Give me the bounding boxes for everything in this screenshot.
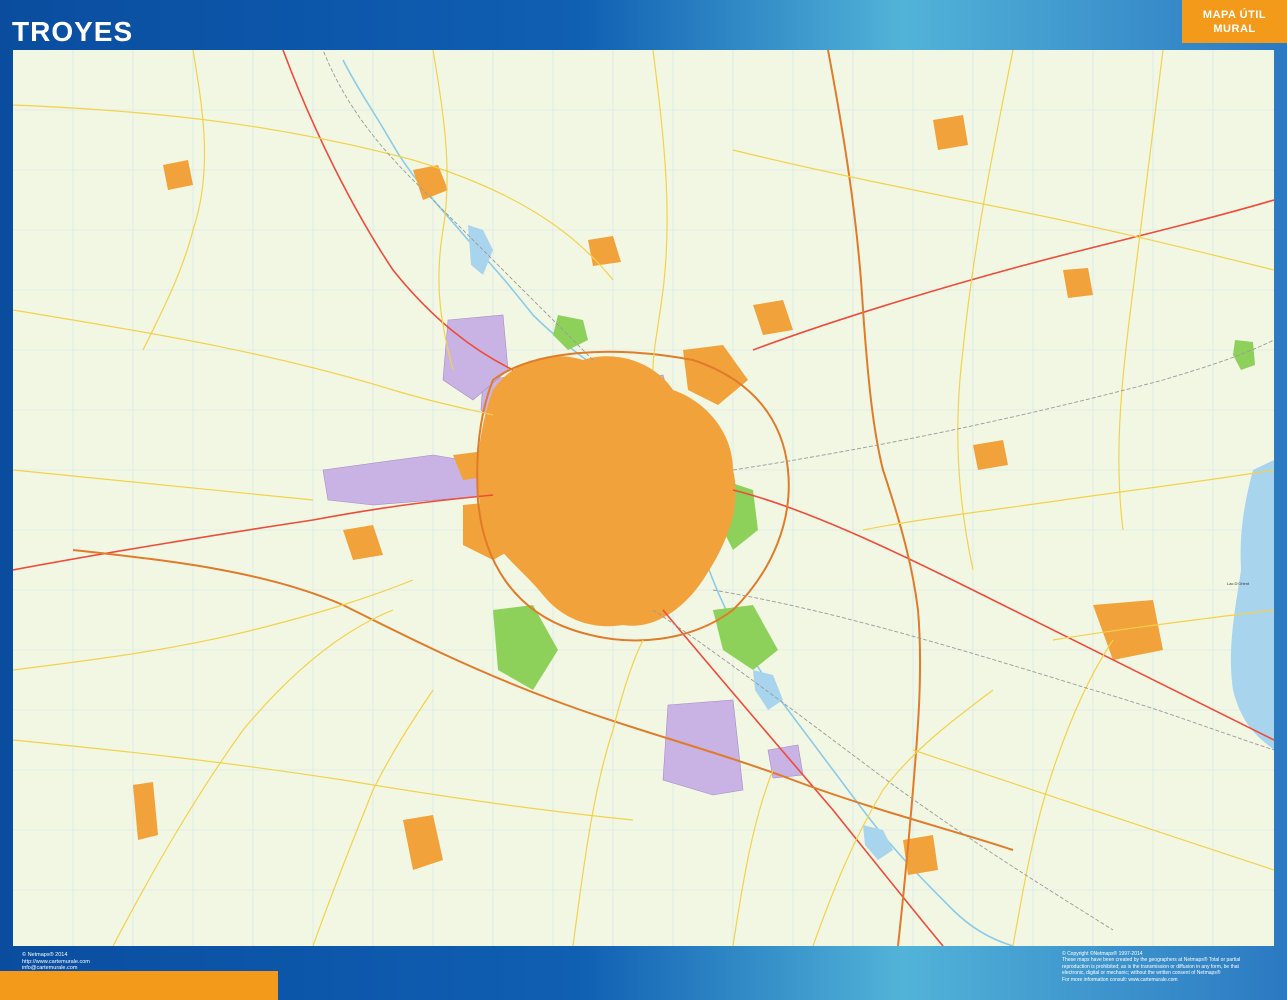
town-2 <box>163 160 193 190</box>
town-11 <box>1063 268 1093 298</box>
mapa-util-badge[interactable]: MAPA ÚTIL MURAL <box>1182 0 1287 43</box>
map-area[interactable]: Lac D'Orient <box>13 50 1274 946</box>
town-6 <box>133 782 158 840</box>
town-12 <box>588 236 621 266</box>
park-north <box>553 315 588 350</box>
town-7 <box>403 815 443 870</box>
park-southeast <box>713 605 778 670</box>
pont-sainte-marie <box>683 345 748 405</box>
legal-line-5: For more information consult: www.cartem… <box>1062 976 1178 983</box>
footer-left: © Netmaps® 2014 http://www.cartemurale.c… <box>22 952 90 972</box>
map-title: TROYES <box>12 16 134 47</box>
road-d960 <box>752 199 1274 351</box>
urban-areas <box>133 115 1163 875</box>
foret-south <box>493 605 558 690</box>
town-8 <box>753 300 793 335</box>
badge-line-1: MAPA ÚTIL <box>1202 8 1267 21</box>
park-far-east <box>1233 340 1255 370</box>
town-4 <box>1093 600 1163 660</box>
footer-orange-bar <box>0 971 278 1000</box>
map-canvas: Lac D'Orient <box>13 50 1274 946</box>
badge-line-2: MURAL <box>1213 22 1256 35</box>
zone-south <box>662 699 744 796</box>
road-n19-east <box>732 489 1274 741</box>
footer-right-legal: © Copyright ©Netmaps® 1997-2014 These ma… <box>1062 951 1277 983</box>
a26 <box>827 50 922 946</box>
troyes-city <box>477 356 736 627</box>
lake-label: Lac D'Orient <box>1227 581 1250 586</box>
town-9 <box>973 440 1008 470</box>
town-3 <box>933 115 968 150</box>
lac-d-orient <box>1230 460 1274 750</box>
